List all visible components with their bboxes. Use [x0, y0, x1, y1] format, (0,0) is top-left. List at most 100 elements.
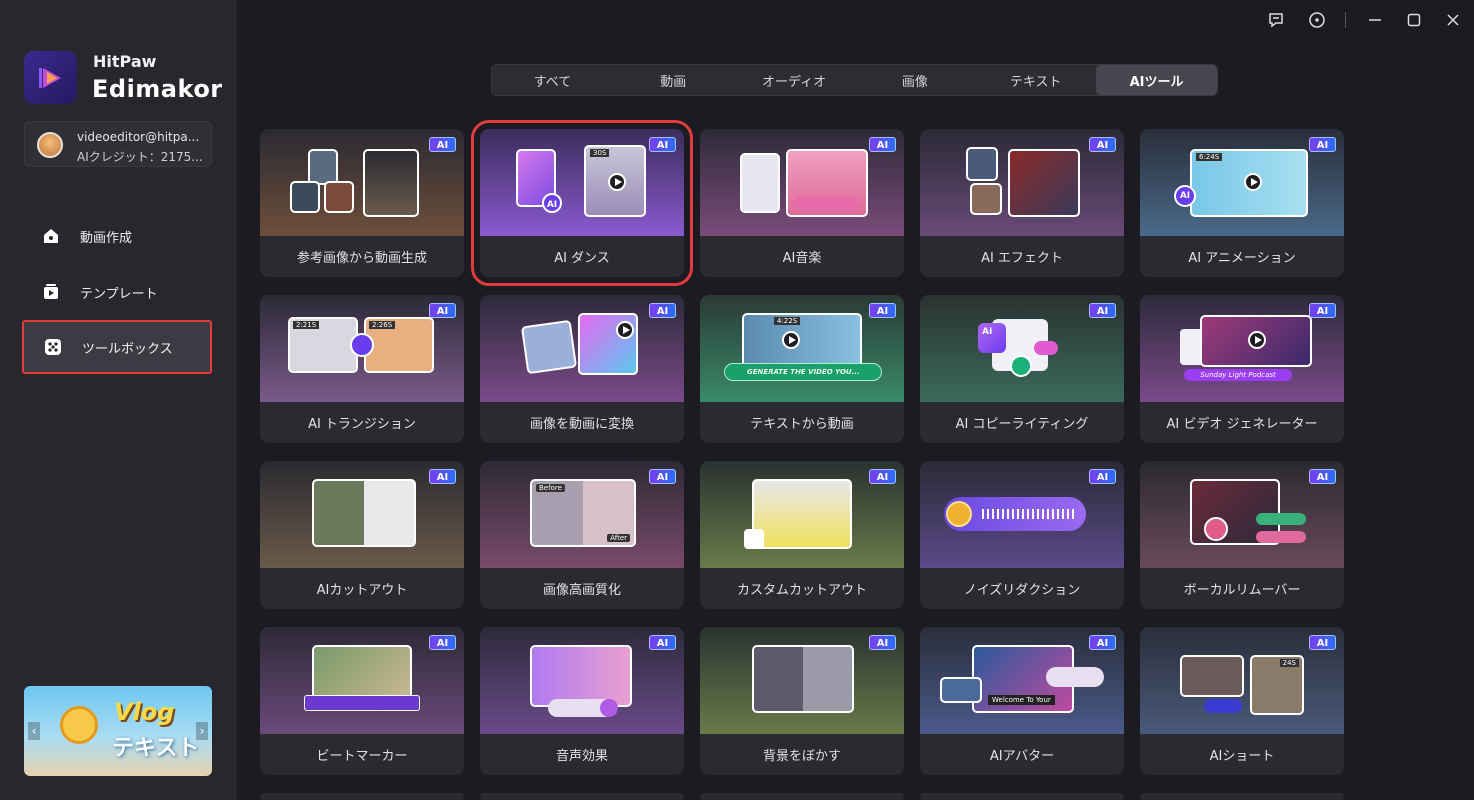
tool-card-ai-animation[interactable]: 6:24S AI AI AI アニメーション	[1140, 129, 1344, 277]
tool-card-ai-music[interactable]: AI AI音楽	[700, 129, 904, 277]
tool-card-text-to-video[interactable]: 4:22S GENERATE THE VIDEO YOU... AI テキストか…	[700, 295, 904, 443]
tool-label: AI エフェクト	[920, 236, 1124, 277]
thumb-frame	[324, 181, 354, 213]
promo-banner[interactable]: Vlog テキスト ‹ ›	[24, 686, 212, 776]
ai-circle-icon: AI	[542, 193, 562, 213]
tab-image[interactable]: 画像	[854, 65, 975, 95]
podcast-title: Sunday Light Podcast	[1184, 369, 1292, 381]
promo-subtitle: テキスト	[112, 736, 200, 761]
tool-card-partial	[700, 793, 904, 800]
thumb-frame	[970, 183, 1002, 215]
timeline-waveform	[304, 695, 420, 711]
tool-card-reference-video[interactable]: AI 参考画像から動画生成	[260, 129, 464, 277]
sidebar-item-template[interactable]: テンプレート	[22, 265, 212, 319]
tool-label: AI アニメーション	[1140, 236, 1344, 277]
tool-card-image-to-video[interactable]: AI 画像を動画に変換	[480, 295, 684, 443]
tab-ai-tools[interactable]: AIツール	[1096, 65, 1217, 95]
tool-card-ai-video-generator[interactable]: Sunday Light Podcast AI AI ビデオ ジェネレーター	[1140, 295, 1344, 443]
tab-audio[interactable]: オーディオ	[734, 65, 855, 95]
tool-card-ai-avatar[interactable]: Welcome To Your AI AIアバター	[920, 627, 1124, 775]
avatar-selector	[1046, 667, 1104, 687]
ai-badge: AI	[869, 303, 896, 318]
tool-label: AI コピーライティング	[920, 402, 1124, 443]
chevron-left-icon[interactable]: ‹	[28, 722, 40, 740]
sidebar: HitPaw Edimakor videoeditor@hitpa... AIク…	[0, 0, 236, 800]
tool-card-ai-effect[interactable]: AI AI エフェクト	[920, 129, 1124, 277]
after-label: After	[607, 534, 630, 542]
ai-badge: AI	[1309, 635, 1336, 650]
tool-label: AI トランジション	[260, 402, 464, 443]
tool-card-ai-transition[interactable]: 2:21S 2:26S AI AI トランジション	[260, 295, 464, 443]
thumb-frame: 4:22S	[742, 313, 862, 369]
ai-badge: AI	[429, 469, 456, 484]
waveform-icon	[982, 509, 1076, 519]
duration-label: 2:21S	[293, 321, 320, 329]
tool-label: カスタムカットアウト	[700, 568, 904, 609]
tool-card-voice-effect[interactable]: AI 音声効果	[480, 627, 684, 775]
magic-wand-icon	[744, 529, 764, 549]
thumb-frame	[740, 153, 780, 213]
play-icon	[1244, 173, 1262, 191]
ai-badge: AI	[1089, 137, 1116, 152]
sparkle-icon	[1010, 355, 1032, 377]
thumb-frame: Before After	[530, 479, 636, 547]
tool-card-ai-copywriting[interactable]: AI AI AI コピーライティング	[920, 295, 1124, 443]
thumb-frame	[520, 319, 578, 375]
tab-all[interactable]: すべて	[492, 65, 613, 95]
ai-badge: AI	[649, 635, 676, 650]
tool-label: ボーカルリムーバー	[1140, 568, 1344, 609]
ai-badge: AI	[1089, 635, 1116, 650]
ai-circle-icon: AI	[1174, 185, 1196, 207]
tool-card-image-enhance[interactable]: Before After AI 画像高画質化	[480, 461, 684, 609]
tool-card-blur-background[interactable]: AI 背景をぼかす	[700, 627, 904, 775]
thumb-frame	[1008, 149, 1080, 217]
thumb-frame	[290, 181, 320, 213]
maximize-icon[interactable]	[1402, 8, 1426, 32]
sparkle-icon	[946, 501, 972, 527]
toolbox-icon	[42, 336, 64, 358]
duration-label: 4:22S	[774, 317, 801, 325]
close-icon[interactable]	[1441, 8, 1465, 32]
ai-badge: AI	[1089, 303, 1116, 318]
thumb-frame	[530, 645, 632, 707]
tool-card-ai-short[interactable]: 24S AI AIショート	[1140, 627, 1344, 775]
waveform-icon	[1256, 513, 1306, 525]
info-icon[interactable]	[1305, 8, 1329, 32]
sidebar-item-toolbox[interactable]: ツールボックス	[22, 320, 212, 374]
welcome-caption: Welcome To Your	[988, 695, 1055, 705]
thumb-frame: 24S	[1250, 655, 1304, 715]
ai-badge: AI	[1309, 469, 1336, 484]
tool-label: AIアバター	[920, 734, 1124, 775]
tool-card-beat-marker[interactable]: AI ビートマーカー	[260, 627, 464, 775]
template-icon	[40, 281, 62, 303]
tool-card-ai-dance[interactable]: 30S AI AI AI ダンス	[471, 120, 693, 286]
microphone-icon	[1204, 517, 1228, 541]
sidebar-item-label: 動画作成	[80, 230, 133, 246]
tool-label: 参考画像から動画生成	[260, 236, 464, 277]
tool-card-partial	[1140, 793, 1344, 800]
tool-label: 音声効果	[480, 734, 684, 775]
ai-badge: AI	[429, 635, 456, 650]
thumb-frame	[363, 149, 419, 217]
toggle-icon	[1204, 699, 1242, 713]
tool-card-noise-reduction[interactable]: AI ノイズリダクション	[920, 461, 1124, 609]
ai-badge: AI	[649, 137, 676, 152]
chat-bubble-icon	[1034, 341, 1058, 355]
chevron-right-icon[interactable]: ›	[196, 722, 208, 740]
tool-card-custom-cutout[interactable]: AI カスタムカットアウト	[700, 461, 904, 609]
account-panel[interactable]: videoeditor@hitpa... AIクレジット：2175...	[24, 121, 212, 167]
video-create-icon	[40, 225, 62, 247]
tool-card-vocal-remover[interactable]: AI ボーカルリムーバー	[1140, 461, 1344, 609]
feedback-icon[interactable]	[1264, 8, 1288, 32]
promo-title: Vlog	[114, 698, 175, 726]
tab-video[interactable]: 動画	[613, 65, 734, 95]
tool-card-ai-cutout[interactable]: AI AIカットアウト	[260, 461, 464, 609]
ai-badge: AI	[429, 303, 456, 318]
sidebar-item-video-create[interactable]: 動画作成	[22, 209, 212, 263]
duck-float-graphic	[60, 706, 98, 744]
account-email: videoeditor@hitpa...	[77, 130, 200, 144]
tool-label: AI ダンス	[480, 236, 684, 277]
minimize-icon[interactable]	[1363, 8, 1387, 32]
thumb-frame	[752, 645, 854, 713]
tab-text[interactable]: テキスト	[975, 65, 1096, 95]
